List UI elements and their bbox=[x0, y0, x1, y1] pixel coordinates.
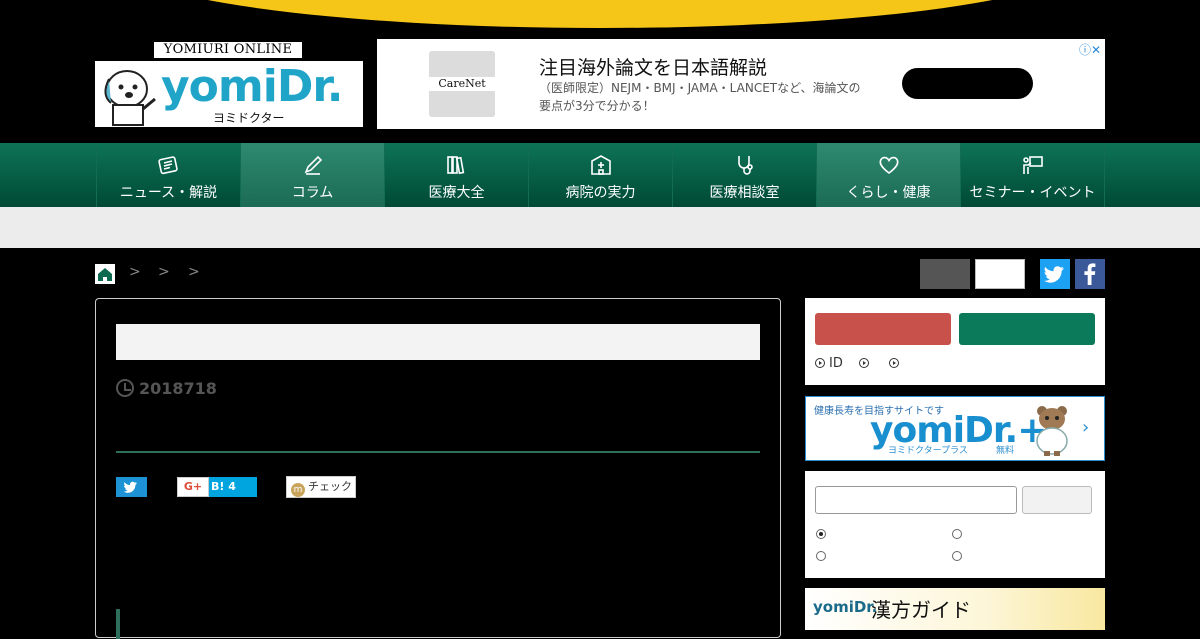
plus-banner-sub: ヨミドクタープラス bbox=[888, 446, 968, 456]
nav-item-consultation[interactable]: 医療相談室 bbox=[672, 143, 816, 207]
bear-mascot-icon bbox=[1036, 406, 1068, 456]
article-divider bbox=[116, 451, 760, 453]
top-yellow-band bbox=[115, 0, 1085, 28]
nav-item-label: 医療相談室 bbox=[709, 185, 780, 201]
login-link-2[interactable] bbox=[859, 356, 873, 371]
login-link-3[interactable] bbox=[889, 356, 903, 371]
register-button[interactable] bbox=[815, 313, 951, 345]
nav-item-hospital[interactable]: 病院の実力 bbox=[528, 143, 672, 207]
kampo-banner-brand: yomiDr. bbox=[813, 598, 878, 616]
facebook-icon bbox=[1084, 263, 1096, 285]
font-size-small-button[interactable] bbox=[920, 259, 970, 289]
newspaper-icon bbox=[157, 156, 178, 175]
search-scope-radio-3[interactable] bbox=[816, 551, 826, 561]
nav-item-label: セミナー・イベント bbox=[969, 185, 1096, 201]
dog-mascot-icon bbox=[104, 70, 156, 126]
ad-banner[interactable]: CareNet 注目海外論文を日本語解説 （医師限定）NEJM・BMJ・JAMA… bbox=[377, 39, 1105, 129]
nav-item-lifestyle[interactable]: くらし・健康 bbox=[816, 143, 960, 207]
ad-thumbnail: CareNet bbox=[429, 51, 495, 117]
twitter-icon bbox=[1044, 266, 1064, 283]
twitter-icon bbox=[123, 481, 137, 493]
home-icon[interactable] bbox=[95, 264, 115, 284]
facebook-share-button[interactable] bbox=[1075, 259, 1105, 289]
logo-kana-text: ヨミドクター bbox=[213, 111, 285, 125]
presenter-icon bbox=[1022, 156, 1043, 174]
login-links: ID bbox=[815, 356, 915, 371]
yomidr-plus-banner[interactable]: 健康長寿を目指すサイトです yomiDr.+ ヨミドクタープラス 無料 › bbox=[805, 396, 1105, 461]
nav-item-news[interactable]: ニュース・解説 bbox=[96, 143, 240, 207]
site-logo[interactable]: YOMIURI ONLINE yomiDr. ヨミドクター bbox=[95, 41, 363, 127]
mixi-check-button[interactable]: m チェック bbox=[286, 476, 356, 498]
search-panel bbox=[805, 471, 1105, 578]
logo-brand-text: yomiDr. bbox=[161, 61, 344, 112]
main-nav: ニュース・解説 コラム 医療大全 病院の実力 医療相談室 くらし・健康 セミナー… bbox=[0, 143, 1200, 207]
login-panel: ID bbox=[805, 298, 1105, 385]
logo-yomiuri-online: YOMIURI ONLINE bbox=[153, 41, 303, 59]
nav-item-seminar[interactable]: セミナー・イベント bbox=[960, 143, 1105, 207]
arrow-circle-icon bbox=[859, 358, 869, 368]
nav-item-label: コラム bbox=[291, 185, 334, 201]
ad-headline[interactable]: 注目海外論文を日本語解説 bbox=[539, 53, 767, 80]
hatena-bookmark-button[interactable]: B! 4 bbox=[209, 477, 257, 497]
tweet-button[interactable] bbox=[116, 477, 147, 497]
pencil-icon bbox=[304, 155, 322, 175]
font-size-large-button[interactable] bbox=[975, 259, 1025, 289]
arrow-circle-icon bbox=[889, 358, 900, 368]
article-date-text: 2018718 bbox=[139, 379, 217, 398]
kampo-guide-banner[interactable]: yomiDr. 漢方ガイド bbox=[805, 588, 1105, 630]
search-scope-radio-1[interactable] bbox=[816, 529, 826, 539]
nav-item-column[interactable]: コラム bbox=[240, 143, 384, 207]
social-share-group: G+ B! 4 bbox=[177, 477, 257, 497]
quote-marker bbox=[116, 609, 120, 639]
arrow-circle-icon bbox=[815, 358, 825, 368]
article-panel: 2018718 G+ B! 4 m チェック bbox=[95, 298, 781, 639]
breadcrumb-separator: > bbox=[158, 264, 170, 280]
books-icon bbox=[446, 156, 464, 175]
kampo-banner-title: 漢方ガイド bbox=[871, 598, 971, 622]
heart-icon bbox=[878, 156, 899, 175]
twitter-share-button[interactable] bbox=[1040, 259, 1070, 289]
search-scope-radio-4[interactable] bbox=[952, 551, 962, 561]
search-button[interactable] bbox=[1022, 486, 1092, 514]
login-button[interactable] bbox=[959, 313, 1095, 345]
article-date: 2018718 bbox=[116, 379, 217, 398]
plus-banner-free: 無料 bbox=[996, 446, 1015, 456]
nav-item-label: ニュース・解説 bbox=[119, 185, 218, 201]
ad-cta-button[interactable] bbox=[902, 68, 1033, 99]
login-link-id[interactable]: ID bbox=[815, 356, 843, 371]
ad-info-close-icon[interactable]: ⓘ✕ bbox=[1079, 41, 1101, 58]
search-input[interactable] bbox=[815, 486, 1017, 514]
mixi-check-label: チェック bbox=[308, 480, 352, 493]
search-scope-radio-2[interactable] bbox=[952, 529, 962, 539]
nav-item-label: くらし・健康 bbox=[846, 185, 931, 201]
hospital-icon bbox=[590, 155, 611, 175]
ad-description: （医師限定）NEJM・BMJ・JAMA・LANCETなど、海論文の要点が3分で分… bbox=[539, 81, 861, 113]
stethoscope-icon bbox=[737, 156, 753, 175]
nav-item-label: 医療大全 bbox=[428, 185, 485, 201]
breadcrumb-separator: > bbox=[129, 264, 141, 280]
breadcrumb-separator: > bbox=[188, 264, 200, 280]
clock-icon bbox=[116, 379, 134, 397]
nav-item-encyclopedia[interactable]: 医療大全 bbox=[384, 143, 528, 207]
mixi-icon: m bbox=[291, 483, 305, 497]
article-title-bar bbox=[116, 324, 760, 360]
chevron-right-icon: › bbox=[1082, 417, 1090, 438]
sub-nav-band bbox=[0, 207, 1200, 248]
ad-thumbnail-label: CareNet bbox=[429, 77, 495, 91]
logo-card: yomiDr. ヨミドクター bbox=[95, 61, 363, 127]
nav-item-label: 病院の実力 bbox=[565, 185, 636, 201]
google-plus-button[interactable]: G+ bbox=[177, 477, 209, 497]
